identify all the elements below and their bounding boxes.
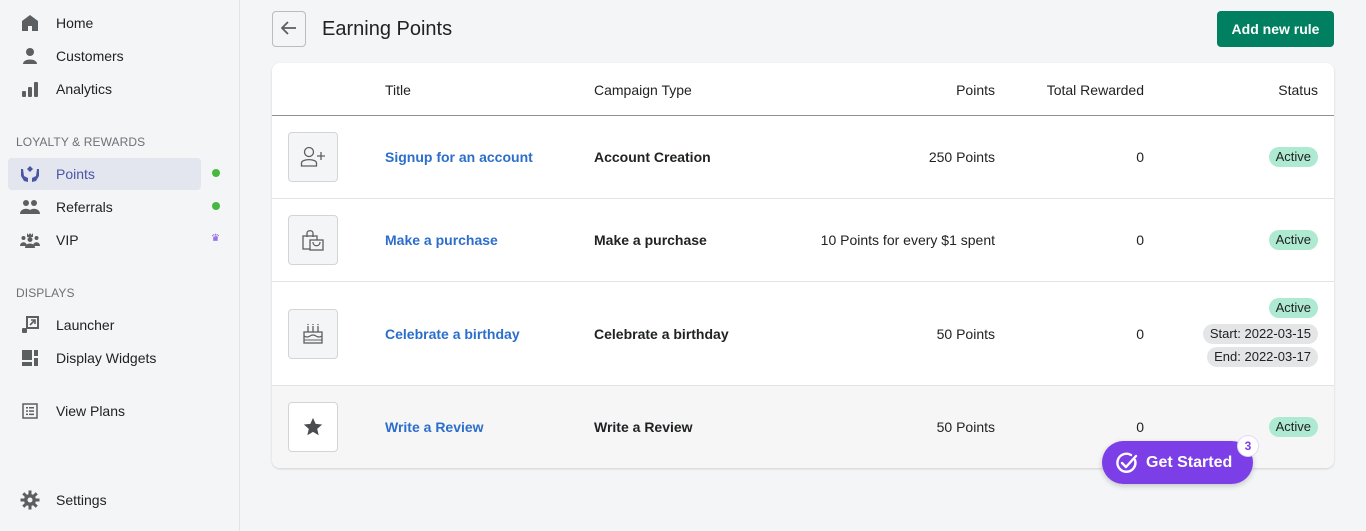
page-title: Earning Points (322, 18, 453, 40)
campaign-type: Celebrate a birthday (594, 326, 729, 342)
status-dot-points (212, 169, 220, 177)
campaign-type: Account Creation (594, 149, 711, 165)
arrow-left-icon (280, 20, 297, 38)
star-icon (288, 402, 338, 452)
sidebar-item-label: Analytics (56, 81, 113, 97)
section-label-loyalty: LOYALTY & REWARDS (16, 135, 146, 149)
add-new-rule-button[interactable]: Add new rule (1217, 11, 1334, 47)
column-header-total-rewarded: Total Rewarded (1046, 82, 1144, 98)
sidebar-item-home[interactable]: Home (8, 7, 201, 39)
table-row[interactable]: Celebrate a birthday Celebrate a birthda… (272, 282, 1334, 386)
sidebar: Home Customers Analytics LOYALTY & REWAR… (0, 0, 240, 531)
back-button[interactable] (272, 11, 306, 47)
campaign-type: Write a Review (594, 419, 693, 435)
sidebar-item-label: Display Widgets (56, 350, 157, 366)
sidebar-item-label: Settings (56, 492, 107, 508)
widgets-icon (20, 348, 40, 368)
sidebar-item-settings[interactable]: Settings (8, 484, 201, 516)
list-icon (20, 401, 40, 421)
sidebar-item-label: View Plans (56, 403, 126, 419)
table-header: Title Campaign Type Points Total Rewarde… (272, 63, 1334, 116)
status-badge: Active (1268, 147, 1318, 167)
total-rewarded: 0 (1136, 419, 1144, 435)
points-value: 250 Points (928, 149, 995, 165)
column-header-title: Title (385, 82, 411, 98)
start-date-badge: Start: 2022-03-15 (1202, 324, 1318, 344)
get-started-button[interactable]: Get Started (1102, 441, 1253, 484)
check-circle-icon (1116, 452, 1138, 474)
rule-title-link[interactable]: Signup for an account (385, 149, 533, 165)
status-dot-referrals (212, 202, 220, 210)
sidebar-item-label: Referrals (56, 199, 113, 215)
sidebar-item-analytics[interactable]: Analytics (8, 73, 201, 105)
add-user-icon (288, 132, 338, 182)
hands-heart-icon (20, 164, 40, 184)
get-started-count-badge: 3 (1238, 436, 1258, 456)
section-label-displays: DISPLAYS (16, 286, 75, 300)
status-badge: Active (1268, 417, 1318, 437)
points-value: 50 Points (936, 326, 995, 342)
sidebar-item-customers[interactable]: Customers (8, 40, 201, 72)
table-row[interactable]: Make a purchase Make a purchase 10 Point… (272, 199, 1334, 282)
status-badge: Active (1268, 298, 1318, 318)
campaign-type: Make a purchase (594, 232, 707, 248)
rule-title-link[interactable]: Write a Review (385, 419, 484, 435)
sidebar-item-points[interactable]: Points (8, 158, 201, 190)
launcher-icon (20, 315, 40, 335)
end-date-badge: End: 2022-03-17 (1207, 347, 1318, 367)
sidebar-item-label: Customers (56, 48, 124, 64)
sidebar-item-label: Points (56, 166, 95, 182)
sidebar-item-vip[interactable]: VIP (8, 224, 201, 256)
bar-chart-icon (20, 79, 40, 99)
home-icon (20, 13, 40, 33)
crown-icon: ♛ (211, 233, 220, 244)
status-badge: Active (1268, 230, 1318, 250)
column-header-status: Status (1278, 82, 1318, 98)
group-crown-icon (20, 230, 40, 250)
column-header-points: Points (956, 82, 995, 98)
total-rewarded: 0 (1136, 149, 1144, 165)
people-icon (20, 197, 40, 217)
birthday-cake-icon (288, 309, 338, 359)
sidebar-item-label: VIP (56, 232, 79, 248)
total-rewarded: 0 (1136, 232, 1144, 248)
sidebar-item-launcher[interactable]: Launcher (8, 309, 201, 341)
points-value: 50 Points (936, 419, 995, 435)
sidebar-item-display-widgets[interactable]: Display Widgets (8, 342, 201, 374)
table-row[interactable]: Signup for an account Account Creation 2… (272, 116, 1334, 199)
sidebar-item-label: Home (56, 15, 94, 31)
total-rewarded: 0 (1136, 326, 1144, 342)
sidebar-item-label: Launcher (56, 317, 115, 333)
column-header-campaign-type: Campaign Type (594, 82, 692, 98)
get-started-label: Get Started (1146, 453, 1233, 471)
sidebar-item-referrals[interactable]: Referrals (8, 191, 201, 223)
gear-icon (20, 490, 40, 510)
rule-title-link[interactable]: Celebrate a birthday (385, 326, 520, 342)
rule-title-link[interactable]: Make a purchase (385, 232, 498, 248)
person-icon (20, 46, 40, 66)
sidebar-item-view-plans[interactable]: View Plans (8, 395, 201, 427)
earning-rules-table: Title Campaign Type Points Total Rewarde… (272, 63, 1334, 468)
shopping-bag-icon (288, 215, 338, 265)
points-value: 10 Points for every $1 spent (820, 232, 995, 248)
